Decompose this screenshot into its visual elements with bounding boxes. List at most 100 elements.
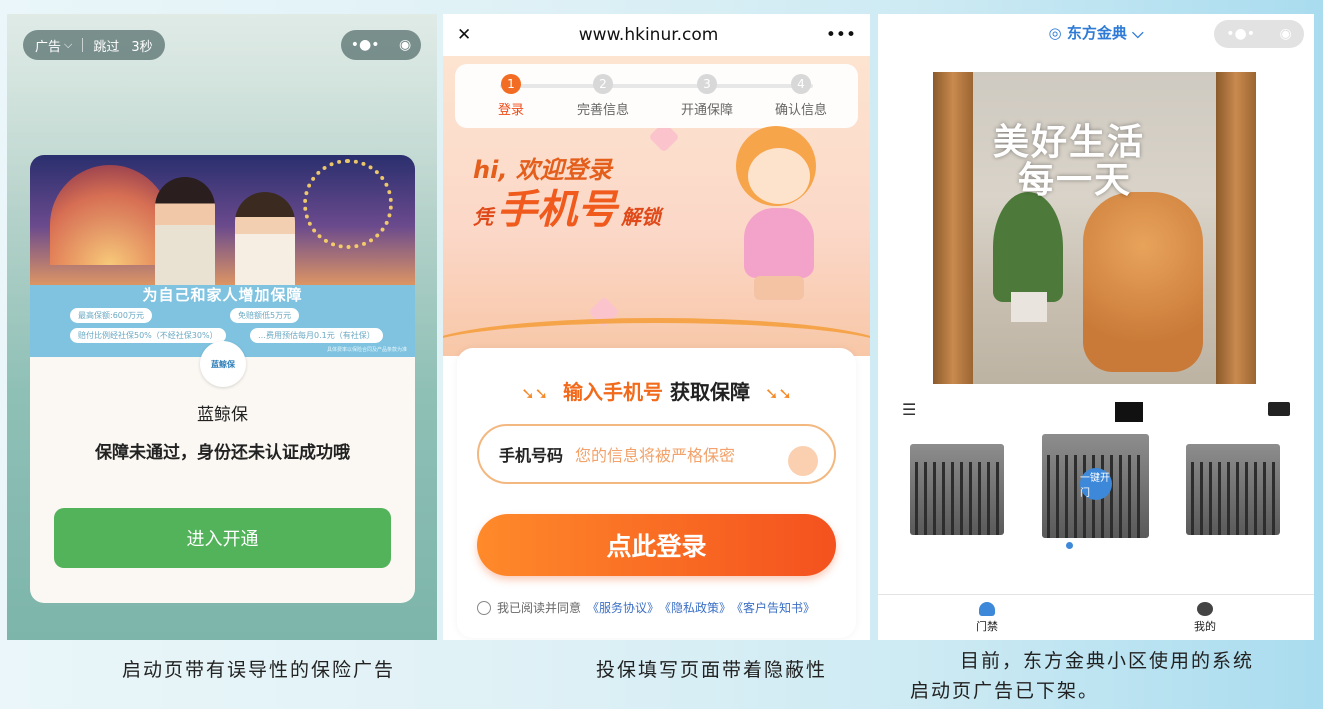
login-button[interactable]: 点此登录	[477, 514, 836, 576]
service-agreement-link[interactable]: 《服务协议》	[587, 599, 659, 616]
form-title-orange: 输入手机号	[563, 380, 664, 404]
phone-field-label: 手机号码	[499, 446, 564, 465]
girl-illustration	[235, 192, 295, 297]
dress	[744, 208, 814, 278]
agreement-row: 我已阅读并同意 《服务协议》 《隐私政策》 《客户告知书》	[477, 599, 815, 616]
close-icon[interactable]: ◉	[1280, 26, 1292, 42]
face	[748, 148, 810, 204]
agree-text: 我已阅读并同意	[497, 601, 582, 615]
step-label: 开通保障	[680, 103, 733, 118]
brand-name: 蓝鲸保	[197, 405, 248, 425]
boy-illustration	[155, 177, 215, 297]
step-number: 3	[697, 74, 717, 94]
close-icon[interactable]: ✕	[457, 25, 471, 45]
enter-activate-button[interactable]: 进入开通	[54, 508, 391, 568]
form-title: ➘➘ 输入手机号 获取保障 ➘➘	[457, 376, 856, 405]
ad-skip-bar[interactable]: 广告 ⌵ 跳过 3秒	[23, 30, 165, 60]
ad-label: 广告	[35, 39, 62, 55]
agree-checkbox[interactable]	[477, 600, 491, 615]
unlock-button[interactable]: 一键开门	[1080, 468, 1112, 500]
step-label: 确认信息	[774, 103, 827, 118]
step-number: 4	[791, 74, 811, 94]
door-left	[933, 72, 973, 384]
ad-slogan: 美好生活 每一天	[993, 124, 1145, 200]
fine-print: 具体费率以保险合同及产品条款为准	[326, 347, 407, 353]
status-message: 保障未通过，身份还未认证成功哦	[95, 443, 350, 463]
ferris-wheel-illustration	[303, 159, 393, 249]
banner-pill: 免赔额低5万元	[230, 308, 300, 323]
pointing-hand-icon	[788, 446, 818, 476]
toolbar-row: ☰	[902, 400, 1290, 420]
pot-illustration	[1011, 292, 1047, 322]
skip-button[interactable]: 跳过	[93, 36, 119, 55]
banner-headline: 为自己和家人增加保障	[142, 286, 303, 304]
ad-card: 为自己和家人增加保障 最高保额:600万元 免赔额低5万元 赔付比例经社保50%…	[30, 155, 415, 603]
caption-panel1: 启动页带有误导性的保险广告	[122, 659, 396, 681]
browser-top-bar: ✕ www.hkinur.com •••	[443, 14, 870, 56]
unlock-big: 手机号	[497, 187, 617, 233]
phone-input[interactable]: 手机号码 您的信息将被严格保密	[477, 424, 836, 484]
video-camera-icon[interactable]	[1268, 402, 1290, 416]
step-label: 登录	[497, 103, 524, 118]
tab-mine[interactable]: 我的	[1194, 601, 1216, 634]
privacy-policy-link[interactable]: 《隐私政策》	[659, 599, 731, 616]
gate-thumbnail[interactable]	[910, 444, 1004, 535]
door-right	[1216, 72, 1256, 384]
black-bar	[1115, 402, 1143, 422]
caption-panel3-line2: 启动页广告已下架。	[910, 680, 1100, 702]
cartoon-girl-illustration	[728, 126, 838, 306]
unlock-heading: 凭 手机号 解锁	[473, 190, 661, 230]
more-icon[interactable]: •●•	[1226, 26, 1255, 42]
step-number: 1	[501, 74, 521, 94]
tab-label: 我的	[1194, 619, 1216, 633]
arrow-down-icon: ➘➘	[764, 384, 792, 403]
menu-icon[interactable]: ☰	[902, 400, 916, 419]
ad-launch-screen: 广告 ⌵ 跳过 3秒 •●• ◉ 为自己和家人增加保障 最高保额:600万元 免…	[7, 14, 437, 640]
gate-bars	[914, 462, 1000, 535]
cat-illustration	[1083, 192, 1203, 372]
caption-panel3-line1: 目前，东方金典小区使用的系统	[960, 650, 1255, 672]
carousel-illustration	[50, 165, 170, 265]
step-confirm: 4 确认信息	[761, 74, 841, 118]
tab-access-control[interactable]: 门禁	[976, 601, 998, 634]
banner-pill: 最高保额:600万元	[70, 308, 152, 323]
form-title-black: 获取保障	[669, 380, 750, 404]
bottom-tab-bar: 门禁 我的	[878, 594, 1314, 640]
logo-text: 蓝鲸保	[211, 359, 235, 369]
customer-notice-link[interactable]: 《客户告知书》	[731, 599, 815, 616]
more-icon[interactable]: •●•	[351, 37, 380, 53]
step-activate: 3 开通保障	[667, 74, 747, 118]
banner-pill: 赔付比例经社保50%（不经社保30%）	[70, 328, 226, 343]
more-icon[interactable]: •••	[826, 25, 856, 45]
brand-logo: 蓝鲸保	[200, 341, 246, 387]
ad-banner-image: 为自己和家人增加保障 最高保额:600万元 免赔额低5万元 赔付比例经社保50%…	[30, 155, 415, 357]
user-icon	[1197, 601, 1213, 616]
gate-carousel: 一键开门	[878, 434, 1314, 554]
progress-steps: 1 登录 2 完善信息 3 开通保障 4 确认信息	[455, 64, 858, 128]
slogan-line: 每一天	[1018, 159, 1133, 201]
gate-thumbnail[interactable]: 一键开门	[1042, 434, 1149, 538]
unlock-suffix: 解锁	[621, 205, 661, 229]
slogan-line: 美好生活	[993, 122, 1146, 163]
close-icon[interactable]: ◉	[399, 37, 411, 53]
arrow-down-icon: ➘➘	[521, 384, 549, 403]
splash-ad-image: 美好生活 每一天	[933, 72, 1256, 384]
banner-pill: …费用预估每月0.1元（有社保）	[250, 328, 383, 343]
welcome-heading: hi, 欢迎登录	[473, 156, 612, 184]
page-url: www.hkinur.com	[578, 25, 719, 45]
tab-label: 门禁	[976, 619, 998, 633]
step-login: 1 登录	[471, 74, 551, 118]
chevron-down-icon[interactable]: ⌵	[64, 38, 72, 52]
mini-program-capsule[interactable]: •●• ◉	[341, 30, 421, 60]
divider	[82, 38, 84, 52]
mini-program-capsule[interactable]: •●• ◉	[1214, 20, 1304, 48]
plant-illustration	[993, 192, 1063, 302]
gate-thumbnail[interactable]	[1186, 444, 1280, 535]
insurance-login-page: ✕ www.hkinur.com ••• 1 登录 2 完善信息 3 开通保障 …	[443, 14, 870, 640]
community-access-app: ◎ 东方金典 ⌵ •●• ◉ 美好生活 每一天 ☰ 一键开门 门禁 我的	[878, 14, 1314, 640]
access-icon	[979, 601, 995, 616]
phone-field-placeholder[interactable]: 您的信息将被严格保密	[575, 442, 735, 466]
login-form: ➘➘ 输入手机号 获取保障 ➘➘ 手机号码 您的信息将被严格保密 点此登录 我已…	[457, 348, 856, 638]
step-label: 完善信息	[576, 103, 629, 118]
countdown-label: 3秒	[131, 39, 153, 55]
